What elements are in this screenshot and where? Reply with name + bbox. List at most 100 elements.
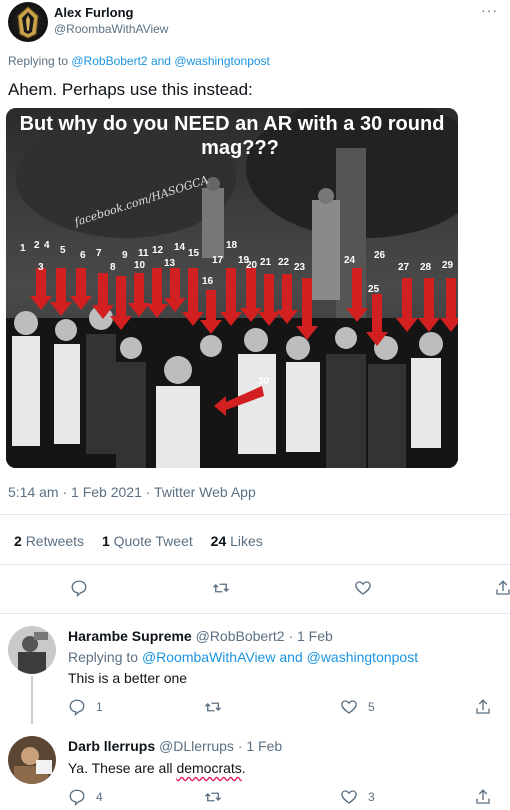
reply-tweet[interactable]: Darb llerrups @DLlerrups · 1 Feb Ya. The… <box>0 724 510 810</box>
retweet-icon <box>205 792 221 802</box>
replying-prefix: Replying to <box>8 54 72 68</box>
share-icon <box>476 789 490 804</box>
tweet-timestamp[interactable]: 5:14 am · 1 Feb 2021 · Twitter Web App <box>8 484 256 500</box>
reply-author-row: Darb llerrups @DLlerrups · 1 Feb <box>68 738 282 754</box>
svg-text:3: 3 <box>38 262 44 273</box>
svg-text:5: 5 <box>60 245 66 256</box>
like-button[interactable] <box>354 579 372 597</box>
reply-icon <box>71 580 87 597</box>
avatar-photo <box>8 736 56 784</box>
svg-text:24: 24 <box>344 255 356 266</box>
reply-icon <box>69 699 85 716</box>
svg-text:27: 27 <box>398 262 410 273</box>
retweet-icon <box>213 583 229 593</box>
svg-text:14: 14 <box>174 242 186 253</box>
share-icon <box>496 580 510 595</box>
svg-text:1: 1 <box>20 243 26 254</box>
reply-time[interactable]: · 1 Feb <box>238 738 282 754</box>
photo-illustration: But why do you NEED an AR with a 30 roun… <box>6 108 458 468</box>
tweet-image[interactable]: But why do you NEED an AR with a 30 roun… <box>6 108 458 468</box>
replying-prefix: Replying to <box>68 649 142 665</box>
svg-text:8: 8 <box>110 262 116 273</box>
author-name[interactable]: Alex Furlong <box>54 5 133 20</box>
avatar-emblem-icon <box>17 6 39 39</box>
reply-tweet[interactable]: Harambe Supreme @RobBobert2 · 1 Feb Repl… <box>0 614 510 724</box>
reply-author-name[interactable]: Harambe Supreme <box>68 628 192 644</box>
share-button[interactable] <box>474 788 492 806</box>
reply-button[interactable] <box>70 579 88 597</box>
reply-count: 1 <box>96 700 103 714</box>
reply-author-handle[interactable]: @DLlerrups <box>159 738 234 754</box>
svg-text:15: 15 <box>188 248 200 259</box>
share-icon <box>476 699 490 714</box>
tweet-stats: 2 Retweets 1 Quote Tweet 24 Likes <box>14 533 277 549</box>
retweet-button[interactable] <box>204 788 222 806</box>
replying-user-link[interactable]: @RobBobert2 <box>71 54 147 68</box>
avatar[interactable] <box>8 736 56 784</box>
svg-text:26: 26 <box>374 250 386 261</box>
replying-to: Replying to @RobBobert2 and @washingtonp… <box>8 54 270 68</box>
svg-text:25: 25 <box>368 284 380 295</box>
svg-text:23: 23 <box>294 262 306 273</box>
svg-text:30: 30 <box>258 376 270 387</box>
quote-tweets-stat[interactable]: 1 Quote Tweet <box>102 533 193 549</box>
retweets-stat[interactable]: 2 Retweets <box>14 533 84 549</box>
like-icon <box>355 581 371 595</box>
reply-author-row: Harambe Supreme @RobBobert2 · 1 Feb <box>68 628 333 644</box>
svg-text:12: 12 <box>152 245 164 256</box>
svg-text:6: 6 <box>80 250 86 261</box>
svg-text:21: 21 <box>260 257 272 268</box>
divider <box>0 514 510 515</box>
reply-button[interactable]: 4 <box>68 788 103 806</box>
thread-line <box>31 676 33 724</box>
avatar-photo <box>8 626 56 674</box>
like-button[interactable]: 5 <box>340 698 375 716</box>
svg-text:18: 18 <box>226 240 238 251</box>
svg-text:4: 4 <box>44 240 50 251</box>
replying-user-link[interactable]: @washingtonpost <box>174 54 270 68</box>
more-options-icon[interactable]: ··· <box>481 2 498 18</box>
image-caption-line1: But why do you NEED an AR with a 30 roun… <box>20 113 445 135</box>
divider <box>0 564 510 565</box>
svg-text:9: 9 <box>122 250 128 261</box>
retweet-button[interactable] <box>204 698 222 716</box>
avatar[interactable] <box>8 626 56 674</box>
avatar[interactable] <box>8 2 48 42</box>
svg-text:17: 17 <box>212 255 224 266</box>
tweet-header: Alex Furlong @RoombaWithAView ··· <box>8 2 502 44</box>
spellcheck-word: democrats <box>176 760 242 776</box>
svg-text:11: 11 <box>138 248 149 259</box>
replying-user-link[interactable]: @washingtonpost <box>307 649 419 665</box>
author-handle[interactable]: @RoombaWithAView <box>54 22 168 36</box>
svg-text:28: 28 <box>420 262 432 273</box>
likes-stat[interactable]: 24 Likes <box>211 533 263 549</box>
reply-author-name[interactable]: Darb llerrups <box>68 738 155 754</box>
share-button[interactable] <box>494 579 510 597</box>
svg-text:7: 7 <box>96 248 102 259</box>
like-count: 3 <box>368 790 375 804</box>
tweet-text: Ahem. Perhaps use this instead: <box>8 80 253 99</box>
svg-text:20: 20 <box>246 260 258 271</box>
retweet-icon <box>205 702 221 712</box>
share-button[interactable] <box>474 698 492 716</box>
image-caption-line2: mag??? <box>201 137 279 159</box>
svg-text:2: 2 <box>34 240 40 251</box>
replying-and: and <box>147 54 175 68</box>
replying-and: and <box>275 649 307 665</box>
svg-text:29: 29 <box>442 260 454 271</box>
reply-text-prefix: Ya. These are all <box>68 760 177 776</box>
svg-text:16: 16 <box>202 276 214 287</box>
like-button[interactable]: 3 <box>340 788 375 806</box>
reply-text: This is a better one <box>68 670 188 686</box>
replying-to: Replying to @RoombaWithAView and @washin… <box>68 649 418 665</box>
reply-button[interactable]: 1 <box>68 698 103 716</box>
like-count: 5 <box>368 700 375 714</box>
retweet-button[interactable] <box>212 579 230 597</box>
svg-text:10: 10 <box>134 260 146 271</box>
tweet-actions <box>0 579 510 603</box>
reply-author-handle[interactable]: @RobBobert2 <box>196 628 285 644</box>
reply-text: Ya. These are all democrats. <box>68 760 246 776</box>
reply-time[interactable]: · 1 Feb <box>288 628 332 644</box>
like-icon <box>341 790 357 804</box>
replying-user-link[interactable]: @RoombaWithAView <box>142 649 276 665</box>
